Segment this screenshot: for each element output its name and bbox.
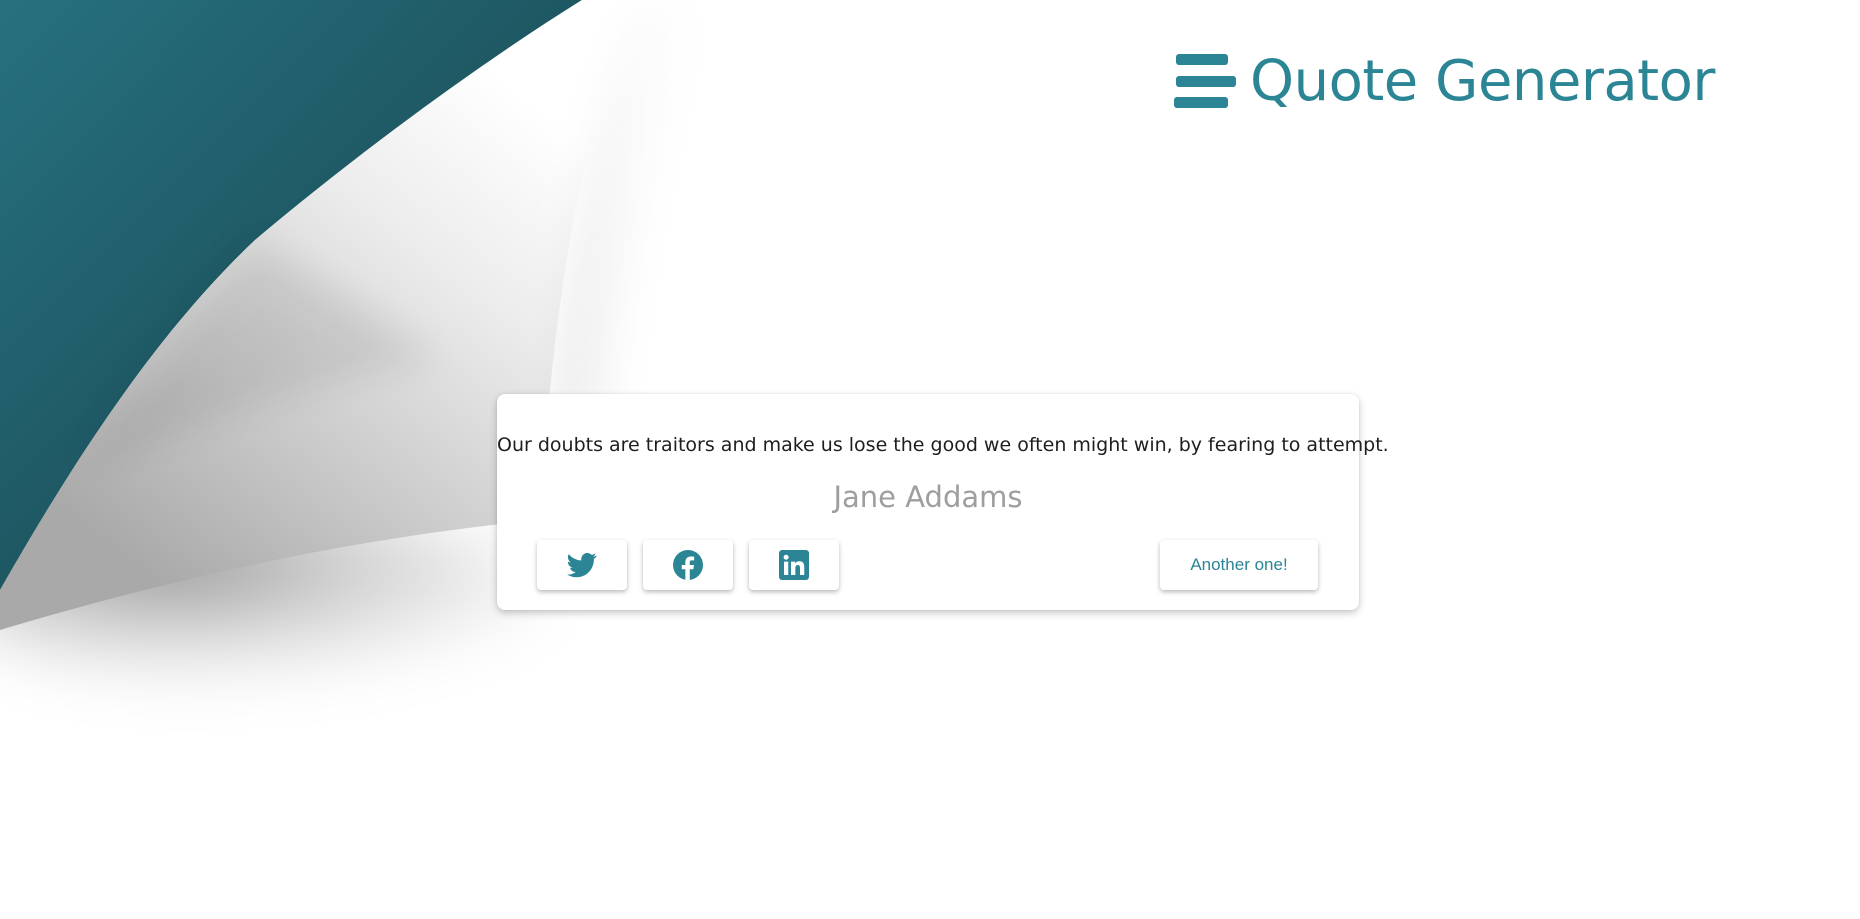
quote-author: Jane Addams	[833, 480, 1023, 514]
linkedin-share-button[interactable]	[749, 540, 839, 590]
twitter-icon	[567, 553, 597, 578]
facebook-share-button[interactable]	[643, 540, 733, 590]
app-header: Quote Generator	[1174, 44, 1715, 120]
linkedin-icon	[779, 550, 809, 580]
facebook-icon	[673, 550, 703, 580]
quote-card: Our doubts are traitors and make us lose…	[497, 394, 1389, 610]
bars-icon	[1174, 54, 1236, 108]
another-quote-button[interactable]: Another one!	[1160, 540, 1318, 590]
twitter-share-button[interactable]	[537, 540, 627, 590]
page: Quote Generator Our doubts are traitors …	[0, 0, 1860, 919]
quote-text: Our doubts are traitors and make us lose…	[497, 434, 1389, 456]
app-title: Quote Generator	[1250, 49, 1715, 114]
